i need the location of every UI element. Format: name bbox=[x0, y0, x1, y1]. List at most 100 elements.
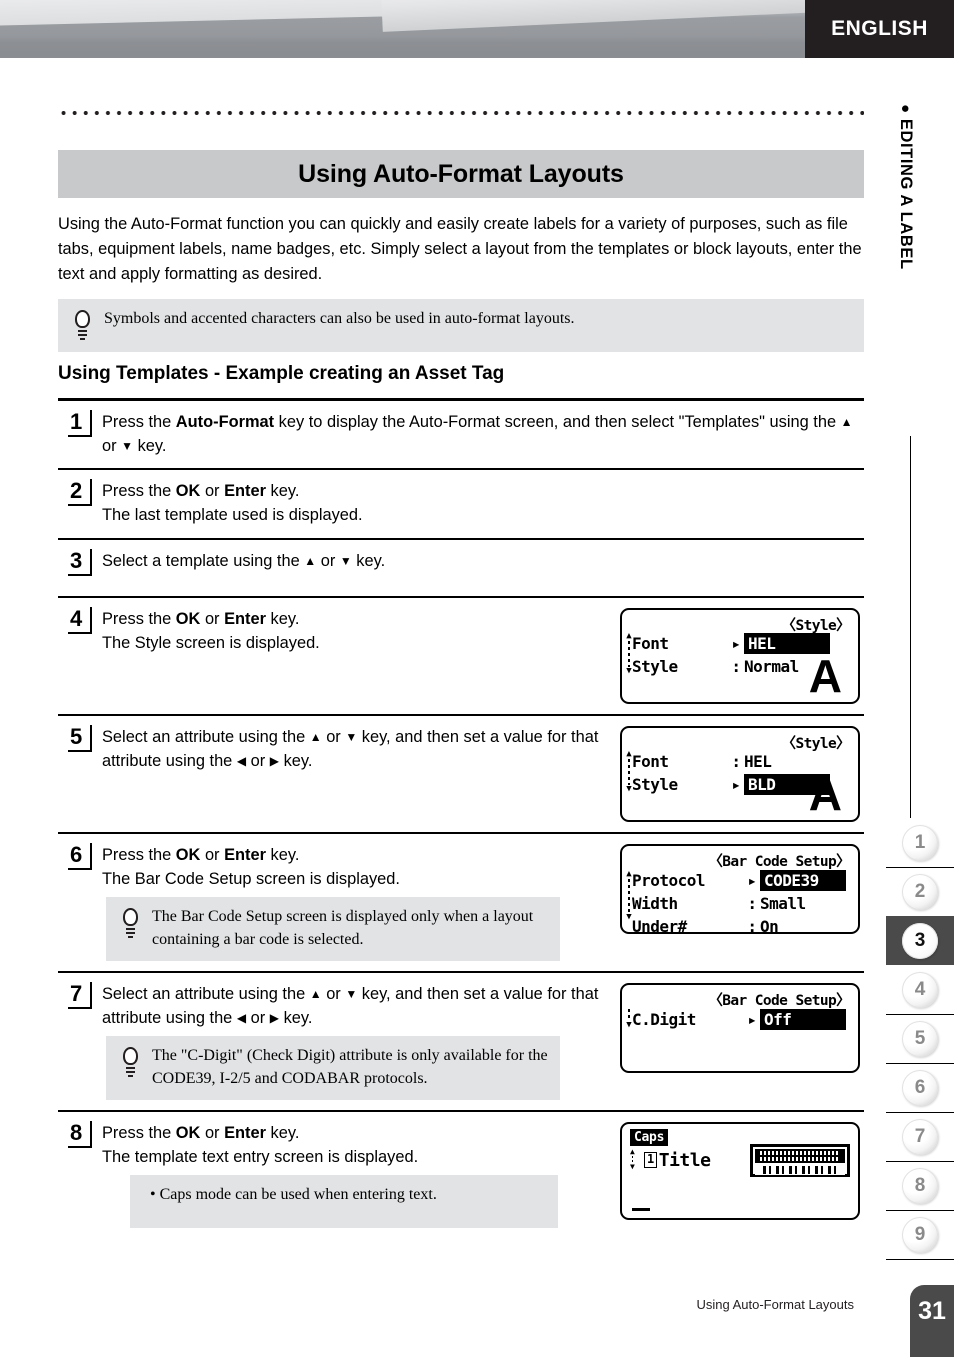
step-row: 2 Press the OK or Enter key. The last tem… bbox=[58, 470, 864, 540]
lcd-row-value: Small bbox=[760, 893, 806, 913]
step-screenshot-cell: 〈Style〉 ▲ ▼ Font ▸ HEL Style : Normal A bbox=[612, 598, 864, 714]
lcd-row-label: Protocol bbox=[632, 870, 706, 890]
lightbulb-icon bbox=[114, 907, 146, 941]
chapter-tab-8-label: 8 bbox=[902, 1168, 938, 1204]
lcd-rows: Font : HEL Style ▸ BLD bbox=[632, 750, 830, 796]
lcd-row-sep: : bbox=[731, 656, 741, 676]
chapter-tab-5-label: 5 bbox=[902, 1021, 938, 1057]
step-text: Press the OK or Enter key. The Bar Code S… bbox=[102, 845, 400, 888]
chapter-tab-3[interactable]: 3 bbox=[886, 916, 954, 965]
step-number-cell: 3 bbox=[58, 540, 102, 576]
lcd-row-label: Width bbox=[632, 893, 678, 913]
lcd-text-cursor bbox=[632, 1208, 650, 1211]
bullet-icon: ● bbox=[897, 104, 914, 114]
step-tip-text: The Bar Code Setup screen is displayed o… bbox=[152, 908, 534, 948]
chapter-tab-6[interactable]: 6 bbox=[886, 1063, 954, 1112]
step-tip-text: • Caps mode can be used when entering te… bbox=[150, 1186, 437, 1204]
step-number-cell: 2 bbox=[58, 470, 102, 507]
page-number-tab: 31 bbox=[910, 1285, 954, 1357]
chapter-tab-7[interactable]: 7 bbox=[886, 1112, 954, 1161]
lcd-field-line: 1 Title bbox=[644, 1149, 711, 1171]
chapter-tab-1-label: 1 bbox=[902, 824, 938, 861]
lcd-row-value: HEL bbox=[744, 751, 772, 771]
step-screenshot-cell: 〈Bar Code Setup〉 ▼ C.Digit ▸ Off bbox=[612, 973, 864, 1083]
step-screenshot-cell: 〈Bar Code Setup〉 ▲ ▼ Protocol ▸ CODE39 Wi… bbox=[612, 834, 864, 944]
lcd-rows: Protocol ▸ CODE39 Width : Small Under# : bbox=[632, 869, 846, 938]
lcd-field-label: Title bbox=[658, 1149, 711, 1171]
lcd-row-label: Font bbox=[632, 633, 669, 653]
footer-running-title: Using Auto-Format Layouts bbox=[696, 1297, 854, 1312]
right-column-rule bbox=[910, 436, 911, 818]
step-screenshot-cell: 〈Style〉 ▲ ▼ Font : HEL Style ▸ BLD A bbox=[612, 716, 864, 832]
lcd-row: Protocol ▸ CODE39 bbox=[632, 869, 846, 892]
lcd-row: Font : HEL bbox=[632, 750, 830, 773]
step-body: Select an attribute using the ▲ or ▼ key… bbox=[102, 973, 612, 1110]
chapter-tab-6-label: 6 bbox=[902, 1070, 938, 1106]
step-body: Select a template using the ▲ or ▼ key. bbox=[102, 540, 864, 583]
step-row: 3 Select a template using the ▲ or ▼ key… bbox=[58, 540, 864, 598]
lightbulb-icon bbox=[66, 309, 98, 343]
step-number: 1 bbox=[68, 409, 93, 437]
lcd-row-sep: ▸ bbox=[731, 633, 741, 653]
lightbulb-icon bbox=[114, 1046, 146, 1080]
intro-paragraph: Using the Auto-Format function you can q… bbox=[58, 215, 862, 283]
step-row: 6 Press the OK or Enter key. The Bar Code… bbox=[58, 834, 864, 973]
lcd-row-sep: ▸ bbox=[731, 774, 741, 794]
step-body: Press the OK or Enter key. The last templ… bbox=[102, 470, 864, 538]
step-number: 6 bbox=[68, 843, 93, 870]
lcd-title: 〈Bar Code Setup〉 bbox=[708, 853, 850, 870]
lcd-row-sep: ▸ bbox=[747, 870, 757, 890]
step-row: 4 Press the OK or Enter key. The Style sc… bbox=[58, 598, 864, 716]
chapter-tab-8[interactable]: 8 bbox=[886, 1161, 954, 1210]
chapter-tab-4[interactable]: 4 bbox=[886, 965, 954, 1014]
step-screenshot-cell: Caps ▲ ▼ 1 Title bbox=[612, 1112, 864, 1230]
lcd-barcode-setup-screen: 〈Bar Code Setup〉 ▲ ▼ Protocol ▸ CODE39 Wi… bbox=[620, 843, 860, 936]
lcd-row-sep: : bbox=[731, 751, 741, 771]
lcd-style-bold-screen: 〈Style〉 ▲ ▼ Font : HEL Style ▸ BLD A bbox=[620, 725, 860, 822]
lcd-caps-badge: Caps bbox=[630, 1128, 669, 1146]
lcd-title: 〈Bar Code Setup〉 bbox=[708, 992, 850, 1009]
step-row: 1 Press the Auto-Format key to display t… bbox=[58, 401, 864, 471]
section-subheading: Using Templates - Example creating an As… bbox=[58, 363, 505, 384]
step-number: 4 bbox=[68, 607, 93, 634]
lcd-text-entry-screen: Caps ▲ ▼ 1 Title bbox=[620, 1121, 860, 1220]
lcd-row-label: Font bbox=[632, 751, 669, 771]
steps-table: 1 Press the Auto-Format key to display t… bbox=[58, 398, 864, 1238]
language-badge: ENGLISH bbox=[805, 0, 954, 58]
step-body: Press the Auto-Format key to display the… bbox=[102, 401, 864, 469]
chapter-tab-rail-end bbox=[886, 1259, 954, 1260]
lcd-row: Style : Normal bbox=[632, 655, 830, 678]
lcd-style-preview-glyph: A bbox=[808, 767, 842, 820]
chapter-tab-1[interactable]: 1 bbox=[886, 818, 954, 867]
lcd-row-label: Under# bbox=[632, 916, 687, 936]
step-number-cell: 4 bbox=[58, 598, 102, 634]
step-number: 2 bbox=[68, 479, 93, 507]
chapter-tab-3-label: 3 bbox=[902, 922, 938, 959]
step-text: Select an attribute using the ▲ or ▼ key… bbox=[102, 984, 599, 1027]
step-text: Press the OK or Enter key. The template t… bbox=[102, 1123, 419, 1166]
step-number: 8 bbox=[68, 1121, 93, 1148]
step-number: 5 bbox=[68, 725, 93, 752]
chapter-tab-5[interactable]: 5 bbox=[886, 1014, 954, 1063]
chapter-tab-rail: 1 2 3 4 5 6 7 8 9 bbox=[886, 818, 954, 1260]
chapter-tab-2[interactable]: 2 bbox=[886, 867, 954, 916]
page-title-bar: Using Auto-Format Layouts bbox=[58, 150, 864, 198]
step-text: Press the Auto-Format key to display the… bbox=[102, 412, 853, 455]
step-number-cell: 1 bbox=[58, 401, 102, 437]
lcd-rows: Font ▸ HEL Style : Normal bbox=[632, 632, 830, 678]
dotted-divider bbox=[58, 110, 864, 116]
lcd-row-sep: : bbox=[747, 893, 757, 913]
lcd-rows: C.Digit ▸ Off bbox=[632, 1008, 846, 1031]
step-number: 7 bbox=[68, 982, 93, 1009]
lcd-style-preview-glyph: A bbox=[808, 649, 842, 702]
lcd-row-value: On bbox=[760, 916, 779, 936]
step-row: 5 Select an attribute using the ▲ or ▼ k… bbox=[58, 716, 864, 834]
step-tip-box: • Caps mode can be used when entering te… bbox=[130, 1175, 558, 1229]
lcd-updown-indicator: ▲ ▼ bbox=[630, 1146, 635, 1171]
lcd-row-sep: ▸ bbox=[747, 1009, 757, 1029]
chapter-tab-9-label: 9 bbox=[902, 1217, 938, 1253]
step-row: 7 Select an attribute using the ▲ or ▼ k… bbox=[58, 973, 864, 1112]
vertical-chapter-label-text: EDITING A LABEL bbox=[897, 118, 915, 270]
chapter-tab-9[interactable]: 9 bbox=[886, 1210, 954, 1259]
step-number-cell: 7 bbox=[58, 973, 102, 1009]
